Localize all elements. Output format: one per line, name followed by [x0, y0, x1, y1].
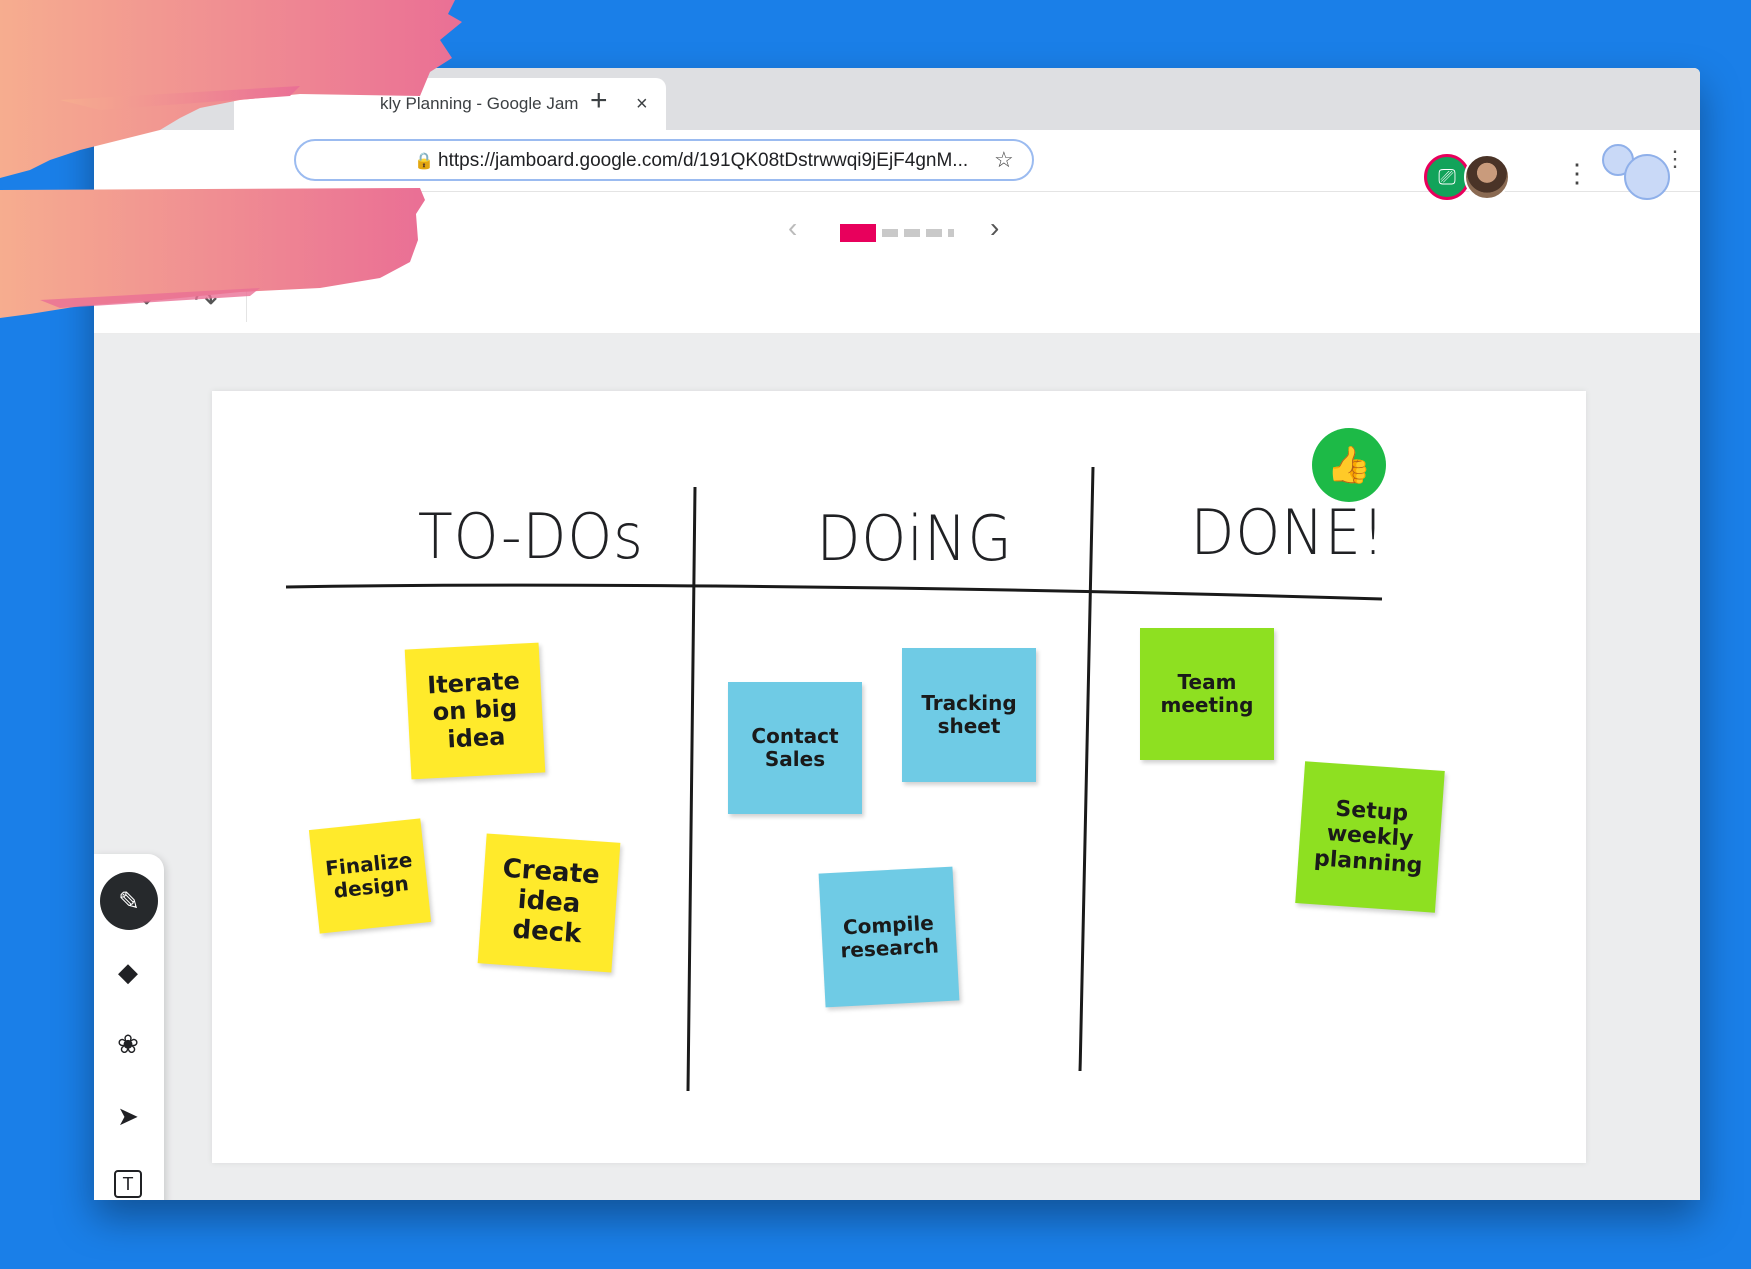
- frame-indicator[interactable]: [882, 229, 898, 237]
- account-avatar[interactable]: [1624, 154, 1670, 200]
- sticky-note-text: Finalize design: [324, 847, 414, 903]
- sticky-note-text: Compile research: [839, 910, 940, 963]
- column-title-doing: DOiNG: [816, 502, 1013, 575]
- column-divider-line: [1078, 466, 1095, 1072]
- sticky-note[interactable]: Team meeting: [1140, 628, 1274, 760]
- more-options-icon[interactable]: ⋮: [1564, 158, 1590, 189]
- column-title-todos: TO-DOs: [417, 500, 644, 573]
- column-title-done: DONE!: [1190, 496, 1386, 569]
- tab-close-icon[interactable]: ×: [636, 93, 648, 116]
- sticky-note-text: Create idea deck: [501, 853, 601, 950]
- sticky-note-text: Iterate on big idea: [426, 666, 521, 754]
- thumbs-up-glyph: 👍: [1326, 444, 1372, 485]
- pen-tool-icon[interactable]: ✎: [100, 872, 158, 930]
- eraser-tool-icon[interactable]: ◆: [110, 954, 146, 990]
- sticky-note[interactable]: Iterate on big idea: [404, 642, 546, 780]
- pen-glyph: ✎: [118, 885, 140, 916]
- tool-panel: ✎ ◆ ❀ ➤ T: [94, 854, 164, 1200]
- sticky-note-text: Team meeting: [1160, 670, 1254, 717]
- palette-glyph: ❀: [117, 1028, 139, 1059]
- frame-indicator[interactable]: [926, 229, 942, 237]
- sticky-note[interactable]: Contact Sales: [728, 682, 862, 814]
- sticky-note[interactable]: Compile research: [818, 866, 960, 1008]
- frame-indicator-active[interactable]: [840, 224, 876, 242]
- workspace: ✎ ◆ ❀ ➤ T: [94, 334, 1700, 1200]
- next-frame-icon[interactable]: ›: [990, 212, 999, 244]
- palette-tool-icon[interactable]: ❀: [110, 1026, 146, 1062]
- sticky-note-text: Tracking sheet: [921, 691, 1017, 738]
- decorative-brush-stroke: [0, 0, 462, 318]
- text-glyph: T: [122, 1173, 134, 1194]
- sticky-note[interactable]: Tracking sheet: [902, 648, 1036, 782]
- sticky-note-text: Contact Sales: [751, 724, 839, 771]
- previous-frame-icon[interactable]: ‹: [788, 212, 797, 244]
- frame-indicator[interactable]: [904, 229, 920, 237]
- eraser-glyph: ◆: [118, 956, 138, 987]
- header-divider-line: [285, 583, 1383, 601]
- present-glyph: ⎚: [1438, 164, 1456, 189]
- new-tab-icon[interactable]: +: [590, 84, 608, 118]
- select-tool-icon[interactable]: ➤: [110, 1098, 146, 1134]
- sticky-note-text: Setup weekly planning: [1313, 796, 1424, 879]
- frame-indicator[interactable]: [948, 229, 954, 237]
- sticky-note[interactable]: Setup weekly planning: [1295, 761, 1445, 913]
- column-divider-line: [686, 486, 697, 1092]
- text-tool-icon[interactable]: T: [114, 1170, 142, 1198]
- collaborator-avatar[interactable]: [1464, 154, 1510, 200]
- bookmark-star-icon[interactable]: ☆: [994, 147, 1014, 173]
- thumbs-up-icon[interactable]: 👍: [1312, 428, 1386, 502]
- select-glyph: ➤: [117, 1100, 139, 1131]
- sticky-note[interactable]: Finalize design: [308, 818, 432, 934]
- sticky-note[interactable]: Create idea deck: [477, 833, 621, 973]
- url-text[interactable]: https://jamboard.google.com/d/191QK08tDs…: [438, 150, 978, 172]
